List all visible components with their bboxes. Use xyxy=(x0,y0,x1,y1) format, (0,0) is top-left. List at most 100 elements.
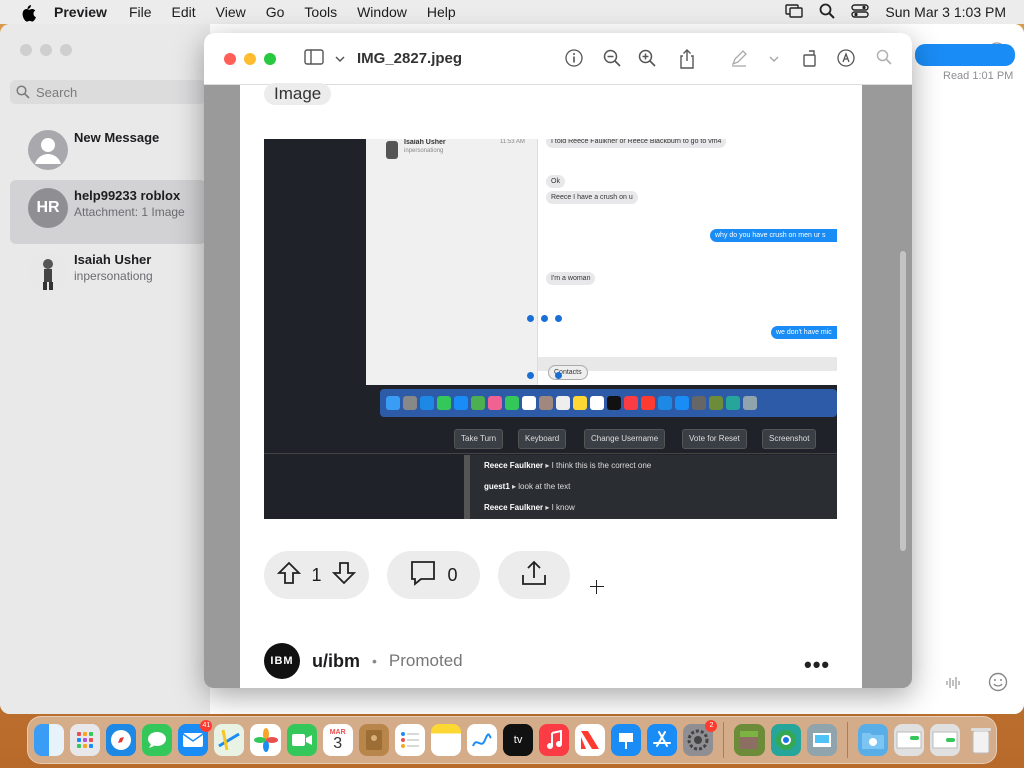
photos-icon[interactable] xyxy=(250,724,281,756)
read-receipt: Read 1:01 PM xyxy=(943,70,1014,82)
search-icon[interactable] xyxy=(874,49,894,69)
image-tag: Image xyxy=(264,83,332,105)
share-icon[interactable] xyxy=(677,49,697,69)
message-bubble: I'm a woman xyxy=(546,272,596,285)
message-bubble: I told Reece Faulkner or Reece Blackburn… xyxy=(546,139,727,148)
chat-log: Reece Faulkner ▸ I think this is the cor… xyxy=(464,455,837,519)
music-icon[interactable] xyxy=(539,724,570,756)
message-bubble: Reece I have a crush on u xyxy=(546,191,638,204)
finder-icon[interactable] xyxy=(34,724,65,756)
promoted-label: Promoted xyxy=(388,651,463,670)
control-center-icon[interactable] xyxy=(851,3,870,21)
zoom-button[interactable] xyxy=(60,44,72,56)
contacts-icon[interactable] xyxy=(358,724,389,756)
annotate-icon[interactable] xyxy=(836,49,856,69)
mail-badge: 41 xyxy=(200,720,213,732)
facetime-icon[interactable] xyxy=(286,724,317,756)
chrome-icon[interactable] xyxy=(770,724,801,756)
minecraft-icon[interactable] xyxy=(734,724,765,756)
app-store-icon[interactable] xyxy=(647,724,678,756)
conversation-subtitle: inpersonationg xyxy=(74,269,153,283)
downloads-folder-icon[interactable] xyxy=(857,724,888,756)
rotate-icon[interactable] xyxy=(800,49,820,69)
info-icon[interactable] xyxy=(564,49,584,69)
scrollbar[interactable] xyxy=(900,251,906,551)
conversation-help99233[interactable]: HR help99233 roblox Attachment: 1 Image xyxy=(10,180,206,244)
trash-icon[interactable] xyxy=(966,724,996,756)
recent-window-icon[interactable] xyxy=(929,724,960,756)
emoji-icon[interactable] xyxy=(988,672,1008,697)
apple-menu-icon[interactable] xyxy=(20,4,40,22)
freeform-icon[interactable] xyxy=(466,724,498,756)
comment-button[interactable]: 0 xyxy=(387,551,480,599)
search-field[interactable]: Search xyxy=(10,80,206,104)
upvote-icon[interactable] xyxy=(277,561,302,590)
selection-handle xyxy=(527,372,534,379)
ibm-logo[interactable]: IBM xyxy=(264,643,300,679)
audio-waveform-icon[interactable] xyxy=(945,676,961,695)
crosshair-cursor-icon xyxy=(590,580,604,594)
inner-contact-sub: inpersonationg xyxy=(404,148,444,154)
menu-app-name[interactable]: Preview xyxy=(54,4,107,20)
search-placeholder: Search xyxy=(36,84,78,100)
keynote-icon[interactable] xyxy=(611,724,642,756)
person-avatar-icon xyxy=(28,130,68,170)
conversation-isaiah-usher[interactable]: Isaiah Usher inpersonationg xyxy=(10,244,206,308)
preview-app-icon[interactable] xyxy=(806,724,837,756)
inner-messages-window: Isaiah Usher inpersonationg 11:53 AM I t… xyxy=(366,139,837,385)
avatar xyxy=(28,252,68,292)
safari-icon[interactable] xyxy=(106,724,137,756)
more-options-icon[interactable]: ••• xyxy=(804,652,830,678)
minimize-button[interactable] xyxy=(40,44,52,56)
avatar: HR xyxy=(28,188,68,228)
notes-icon[interactable] xyxy=(430,724,461,756)
menu-file[interactable]: File xyxy=(129,4,152,20)
dock: 41 MAR 3 tv 2 xyxy=(27,716,997,764)
markup-pen-icon[interactable] xyxy=(729,49,749,69)
reminders-icon[interactable] xyxy=(394,724,425,756)
conversation-title: Isaiah Usher xyxy=(74,252,152,267)
messages-icon[interactable] xyxy=(142,724,173,756)
menu-window[interactable]: Window xyxy=(357,4,407,20)
promo-username[interactable]: u/ibm xyxy=(312,651,360,672)
maps-icon[interactable] xyxy=(214,724,245,756)
calendar-icon[interactable]: MAR 3 xyxy=(322,724,353,756)
log-line: Reece Faulkner ▸ I know xyxy=(484,503,575,512)
sent-message-bubble xyxy=(915,44,1015,66)
chevron-down-icon[interactable] xyxy=(764,49,784,69)
preview-toolbar: IMG_2827.jpeg xyxy=(204,33,912,85)
conversation-new-message[interactable]: New Message xyxy=(10,122,206,186)
screen-mirroring-icon[interactable] xyxy=(785,3,804,21)
selection-handle xyxy=(555,315,562,322)
mail-icon[interactable]: 41 xyxy=(178,720,213,756)
spotlight-search-icon[interactable] xyxy=(819,3,836,22)
close-button[interactable] xyxy=(224,53,236,65)
menu-tools[interactable]: Tools xyxy=(304,4,337,20)
sidebar-toggle-icon[interactable] xyxy=(304,49,324,69)
preview-window: IMG_2827.jpeg Image Isaiah Usher inperso… xyxy=(204,33,912,688)
menu-edit[interactable]: Edit xyxy=(172,4,196,20)
menu-help[interactable]: Help xyxy=(427,4,456,20)
menu-view[interactable]: View xyxy=(216,4,246,20)
dock-divider xyxy=(846,722,848,758)
minimize-button[interactable] xyxy=(244,53,256,65)
comment-icon xyxy=(409,559,437,592)
news-icon[interactable] xyxy=(575,724,606,756)
recent-window-icon[interactable] xyxy=(893,724,924,756)
screenshot-button: Screenshot xyxy=(762,429,817,449)
conversation-title: New Message xyxy=(74,130,160,145)
chevron-down-icon[interactable] xyxy=(330,49,350,69)
log-line: guest1 ▸ look at the text xyxy=(484,482,571,491)
apple-tv-icon[interactable]: tv xyxy=(503,724,534,756)
menu-clock[interactable]: Sun Mar 3 1:03 PM xyxy=(885,4,1006,20)
zoom-button[interactable] xyxy=(264,53,276,65)
system-settings-icon[interactable]: 2 xyxy=(683,720,718,756)
launchpad-icon[interactable] xyxy=(70,724,101,756)
zoom-in-icon[interactable] xyxy=(637,49,657,69)
zoom-out-icon[interactable] xyxy=(602,49,622,69)
menu-go[interactable]: Go xyxy=(266,4,285,20)
downvote-icon[interactable] xyxy=(331,561,356,590)
divider xyxy=(264,453,837,454)
close-button[interactable] xyxy=(20,44,32,56)
share-button[interactable] xyxy=(498,551,570,599)
